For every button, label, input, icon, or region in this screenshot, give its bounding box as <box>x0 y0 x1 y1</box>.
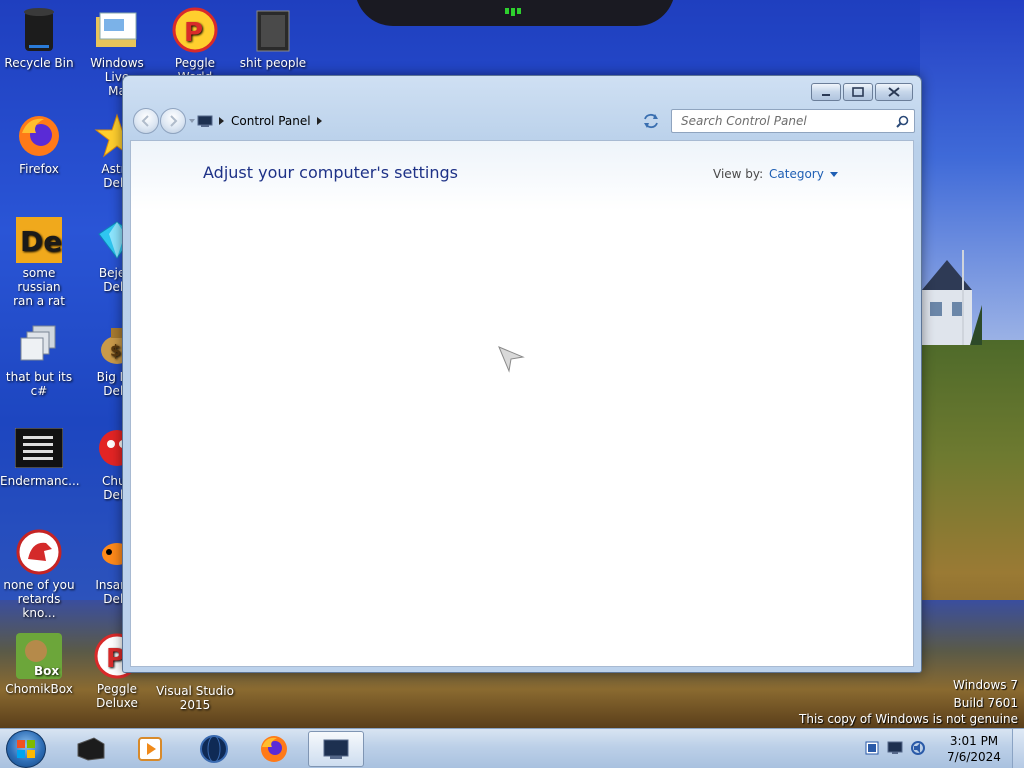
mouse-cursor-icon <box>498 346 525 373</box>
show-desktop-button[interactable] <box>1012 729 1024 768</box>
mail-icon <box>93 6 141 54</box>
page-title: Adjust your computer's settings <box>203 163 458 182</box>
address-bar[interactable]: Control Panel <box>197 109 685 133</box>
dino-icon <box>15 528 63 576</box>
taskbar-app-media-player[interactable] <box>122 731 178 767</box>
breadcrumb-separator-icon[interactable] <box>219 117 225 125</box>
recent-pages-chevron-icon[interactable] <box>189 119 195 123</box>
minimize-icon <box>822 94 830 96</box>
recycle-bin-icon <box>15 6 63 54</box>
globe-icon <box>200 735 228 763</box>
windows-logo-icon <box>17 740 35 758</box>
watermark-windows-version: Windows 7 <box>952 678 1018 692</box>
desktop-icon-russian-rat[interactable]: De some russian ran a rat <box>0 216 78 308</box>
system-tray <box>864 740 926 756</box>
forward-arrow-icon <box>170 115 178 127</box>
folder-icon <box>249 6 297 54</box>
network-icon[interactable] <box>886 740 904 756</box>
close-button[interactable] <box>875 83 913 101</box>
view-by-dropdown[interactable]: Category <box>769 167 838 181</box>
refresh-icon[interactable] <box>642 113 660 129</box>
de-icon: De <box>15 216 63 264</box>
svg-text:De: De <box>20 225 62 258</box>
desktop-icon-shit-people[interactable]: shit people <box>234 6 312 70</box>
watermark-not-genuine: This copy of Windows is not genuine <box>799 712 1018 726</box>
svg-text:P: P <box>184 18 203 48</box>
desktop-icon-chomikbox[interactable]: Box ChomikBox <box>0 632 78 696</box>
desktop-icon-recycle-bin[interactable]: Recycle Bin <box>0 6 78 70</box>
control-panel-icon <box>197 115 213 127</box>
breadcrumb-control-panel[interactable]: Control Panel <box>231 114 311 128</box>
wallpaper-house <box>922 250 982 345</box>
desktop-icon-dino[interactable]: none of you retards kno... <box>0 528 78 620</box>
minimize-button[interactable] <box>811 83 841 101</box>
search-icon[interactable] <box>896 115 909 128</box>
desktop-icon-firefox[interactable]: Firefox <box>0 112 78 176</box>
clock-time: 3:01 PM <box>949 734 999 748</box>
watermark-build: Build 7601 <box>953 696 1018 710</box>
taskbar-app-firefox[interactable] <box>246 731 302 767</box>
desktop-icon-c-sharp[interactable]: that but its c# <box>0 320 78 398</box>
terminal-icon <box>15 424 63 472</box>
control-panel-icon <box>323 739 349 759</box>
close-icon <box>888 87 900 97</box>
folder-icon <box>77 737 105 761</box>
content-pane: Adjust your computer's settings View by:… <box>130 140 914 667</box>
clock[interactable]: 3:01 PM 7/6/2024 <box>942 733 1006 765</box>
back-arrow-icon <box>141 115 149 127</box>
desktop-icon-peggle-world[interactable]: P Peggle World <box>156 6 234 84</box>
svg-text:Box: Box <box>34 664 59 678</box>
peggle-icon: P <box>171 6 219 54</box>
view-by-value: Category <box>769 167 824 181</box>
windows-stack-icon <box>15 320 63 368</box>
start-button[interactable] <box>6 730 46 768</box>
media-player-icon <box>138 737 162 761</box>
search-input[interactable]: Search Control Panel <box>671 109 915 133</box>
taskbar-app-globe[interactable] <box>186 731 242 767</box>
desktop-icon-endermanch[interactable]: Endermanc... <box>0 424 80 488</box>
chevron-down-icon <box>829 171 838 177</box>
view-by-label: View by: <box>713 167 764 181</box>
navigation-bar: Control Panel Search Control Panel <box>131 106 915 136</box>
forward-button[interactable] <box>160 108 186 134</box>
gadget-light-icon <box>505 8 521 16</box>
clock-date: 7/6/2024 <box>947 750 1001 764</box>
window-controls <box>811 83 913 101</box>
firefox-icon <box>261 736 287 762</box>
breadcrumb-separator-icon[interactable] <box>316 117 323 125</box>
maximize-icon <box>852 87 864 97</box>
taskbar: 3:01 PM 7/6/2024 <box>0 728 1024 768</box>
taskbar-app-explorer[interactable] <box>62 731 118 767</box>
chomikbox-icon: Box <box>15 632 63 680</box>
volume-icon[interactable] <box>910 740 926 756</box>
firefox-icon <box>15 112 63 160</box>
back-button[interactable] <box>133 108 159 134</box>
maximize-button[interactable] <box>843 83 873 101</box>
svg-text:$: $ <box>110 341 121 360</box>
action-center-flag-icon[interactable] <box>864 740 880 756</box>
taskbar-app-control-panel[interactable] <box>308 731 364 767</box>
